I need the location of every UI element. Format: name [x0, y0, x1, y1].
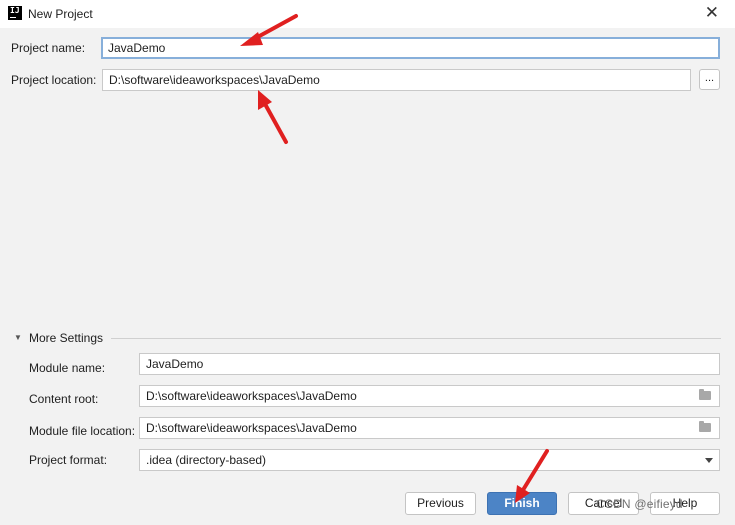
module-file-location-value: D:\software\ideaworkspaces\JavaDemo	[146, 421, 357, 435]
dialog-title: New Project	[28, 7, 93, 21]
project-format-value: .idea (directory-based)	[146, 453, 267, 467]
content-root-input[interactable]: D:\software\ideaworkspaces\JavaDemo	[139, 385, 720, 407]
module-name-label: Module name:	[29, 361, 106, 375]
section-divider	[111, 338, 721, 339]
module-file-location-input[interactable]: D:\software\ideaworkspaces\JavaDemo	[139, 417, 720, 439]
intellij-app-icon: IJ	[8, 6, 22, 20]
more-settings-title[interactable]: More Settings	[29, 331, 103, 345]
project-location-input[interactable]: D:\software\ideaworkspaces\JavaDemo	[102, 69, 691, 91]
project-name-label: Project name:	[11, 41, 86, 55]
folder-icon[interactable]	[699, 389, 711, 400]
project-name-input[interactable]: JavaDemo	[101, 37, 720, 59]
project-format-label: Project format:	[29, 453, 108, 467]
project-location-label: Project location:	[11, 73, 97, 87]
browse-location-button[interactable]: ...	[699, 69, 720, 90]
module-name-input[interactable]: JavaDemo	[139, 353, 720, 375]
content-root-label: Content root:	[29, 392, 99, 406]
chevron-down-icon	[705, 458, 713, 463]
title-bar: IJ New Project ✕	[0, 0, 735, 28]
red-arrow-icon	[258, 90, 288, 144]
module-file-location-label: Module file location:	[29, 424, 136, 438]
project-format-select[interactable]: .idea (directory-based)	[139, 449, 720, 471]
content-root-value: D:\software\ideaworkspaces\JavaDemo	[146, 389, 357, 403]
previous-button[interactable]: Previous	[405, 492, 476, 515]
finish-button[interactable]: Finish	[487, 492, 557, 515]
csdn-watermark: CSDN @eifieyd	[596, 497, 683, 511]
collapse-triangle-icon[interactable]: ▼	[14, 333, 22, 342]
folder-icon[interactable]	[699, 421, 711, 432]
close-icon[interactable]: ✕	[705, 4, 719, 22]
